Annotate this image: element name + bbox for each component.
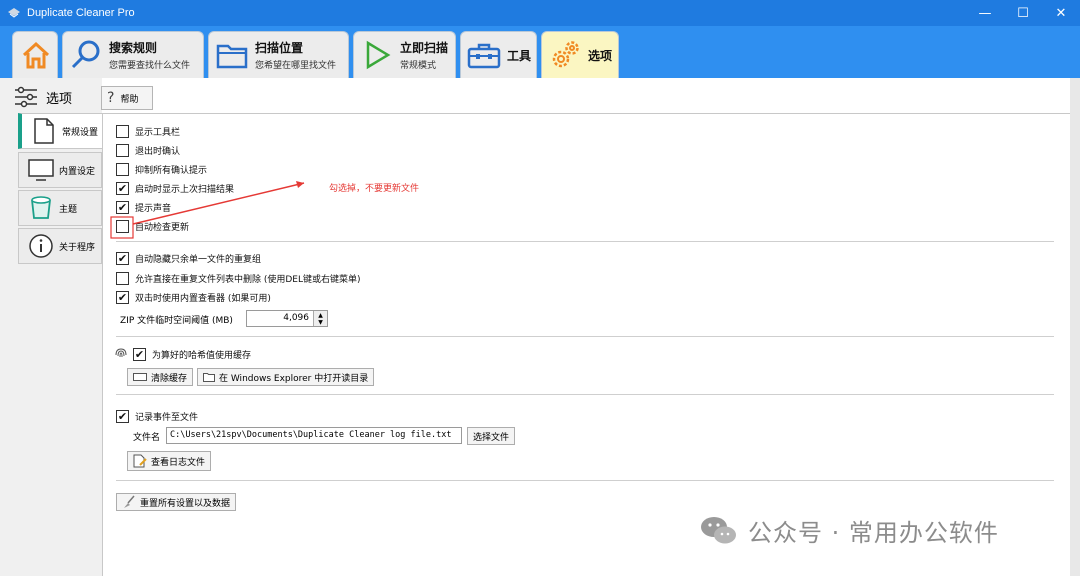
zip-threshold-value: 4,096 bbox=[283, 313, 309, 323]
checkbox-label: 为算好的哈希值使用缓存 bbox=[152, 350, 252, 361]
checkbox-label: 双击时使用内置查看器 (如果可用) bbox=[135, 293, 271, 304]
choose-file-button[interactable]: 选择文件 bbox=[467, 427, 516, 445]
reset-all-button[interactable]: 重置所有设置以及数据 bbox=[116, 493, 237, 511]
eraser-icon bbox=[133, 373, 147, 381]
checkbox[interactable]: ✔ bbox=[116, 409, 129, 423]
wechat-icon bbox=[701, 516, 736, 543]
button-label: 在 Windows Explorer 中打开读目录 bbox=[219, 373, 369, 384]
watermark-text: 公众号 · 常用办公软件 bbox=[748, 519, 999, 547]
setting-allow-delete[interactable]: 允许直接在重复文件列表中删除 (使用DEL键或右键菜单) bbox=[116, 270, 361, 286]
clear-cache-button[interactable]: 清除缓存 bbox=[127, 368, 194, 386]
zip-threshold-label: ZIP 文件临时空间阈值 (MB) bbox=[120, 316, 233, 326]
document-edit-icon bbox=[133, 454, 147, 468]
checkbox-label: 允许直接在重复文件列表中删除 (使用DEL键或右键菜单) bbox=[135, 274, 361, 285]
broom-icon bbox=[122, 495, 136, 509]
open-explorer-button[interactable]: 在 Windows Explorer 中打开读目录 bbox=[197, 368, 375, 386]
view-log-button[interactable]: 查看日志文件 bbox=[127, 451, 212, 471]
button-label: 重置所有设置以及数据 bbox=[140, 498, 231, 509]
spinner-arrows-icon[interactable]: ▲ ▼ bbox=[313, 311, 327, 326]
separator bbox=[116, 394, 1054, 395]
annotation-overlay bbox=[110, 181, 305, 239]
setting-hash-cache[interactable]: ✔ 为算好的哈希值使用缓存 bbox=[133, 346, 251, 362]
checkbox-label: 自动隐藏只余单一文件的重复组 bbox=[135, 254, 262, 265]
checkbox[interactable]: ✔ bbox=[116, 290, 129, 304]
button-label: 清除缓存 bbox=[151, 373, 188, 384]
checkbox[interactable]: ✔ bbox=[133, 347, 146, 361]
setting-builtin-viewer[interactable]: ✔ 双击时使用内置查看器 (如果可用) bbox=[116, 289, 271, 305]
annotation-arrow bbox=[132, 182, 305, 225]
highlight-box bbox=[110, 216, 134, 239]
log-filename-field[interactable]: C:\Users\21spv\Documents\Duplicate Clean… bbox=[166, 427, 462, 444]
annotation-text: 勾选掉，不要更新文件 bbox=[329, 184, 420, 194]
folder-icon bbox=[203, 372, 215, 382]
zip-threshold-spinner[interactable]: 4,096 ▲ ▼ bbox=[246, 310, 328, 327]
setting-log-to-file[interactable]: ✔ 记录事件至文件 bbox=[116, 408, 198, 424]
setting-auto-hide-groups[interactable]: ✔ 自动隐藏只余单一文件的重复组 bbox=[116, 250, 261, 266]
separator bbox=[116, 336, 1054, 337]
arrowhead bbox=[296, 181, 304, 188]
button-label: 查看日志文件 bbox=[151, 457, 206, 468]
filename-label: 文件名 bbox=[133, 433, 161, 443]
fingerprint-icon bbox=[114, 346, 128, 363]
checkbox-label: 记录事件至文件 bbox=[135, 412, 199, 423]
watermark: 公众号 · 常用办公软件 bbox=[700, 513, 999, 548]
checkbox[interactable] bbox=[116, 271, 129, 285]
separator bbox=[116, 241, 1054, 242]
button-label: 选择文件 bbox=[473, 432, 510, 443]
separator bbox=[116, 480, 1054, 481]
checkbox[interactable]: ✔ bbox=[116, 251, 129, 265]
